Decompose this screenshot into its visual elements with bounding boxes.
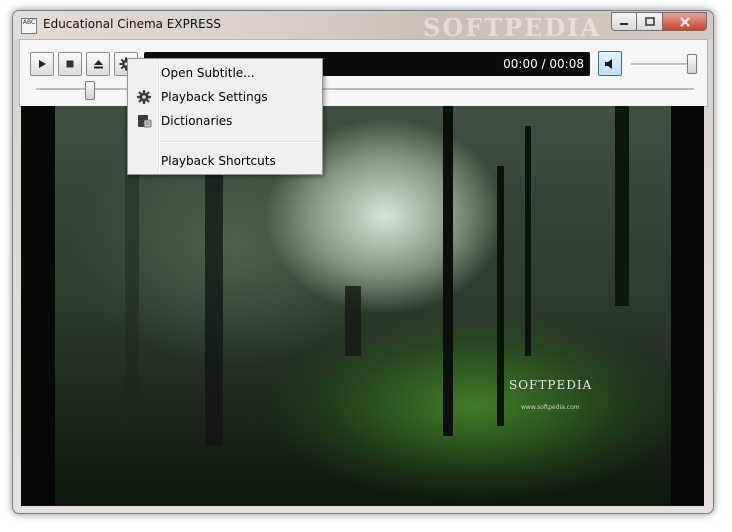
mute-button[interactable] [598, 51, 622, 76]
menu-item-label: Dictionaries [161, 114, 233, 128]
eject-icon [93, 60, 103, 69]
player-toolbar: 00:00 / 00:08 [19, 39, 708, 107]
maximize-button[interactable] [637, 12, 663, 31]
eject-button[interactable] [86, 52, 110, 76]
dictionary-icon [138, 115, 152, 128]
menu-item-label: Playback Settings [161, 90, 268, 104]
speaker-icon [605, 58, 612, 69]
menu-separator [161, 141, 319, 143]
video-watermark-logo: SOFTPEDIA [509, 378, 593, 392]
title-bar[interactable]: ABC Educational Cinema EXPRESS SOFTPEDIA [13, 11, 713, 42]
window-controls [611, 12, 707, 32]
app-icon-text: ABC [22, 19, 36, 26]
window-title: Educational Cinema EXPRESS [43, 17, 221, 31]
app-window: ABC Educational Cinema EXPRESS SOFTPEDIA [12, 10, 714, 514]
video-watermark-url: www.softpedia.com [521, 404, 580, 411]
video-area[interactable]: SOFTPEDIA www.softpedia.com [21, 106, 704, 506]
menu-item-playback-shortcuts[interactable]: Playback Shortcuts [130, 150, 320, 172]
play-icon [39, 60, 46, 68]
tree-trunk [525, 126, 531, 356]
tree-trunk [615, 106, 629, 306]
close-icon [679, 16, 690, 27]
tree-trunk [443, 106, 453, 436]
menu-item-dictionaries[interactable]: Dictionaries [130, 110, 320, 132]
seek-slider-handle[interactable] [85, 81, 95, 100]
volume-slider-handle[interactable] [687, 54, 697, 74]
settings-context-menu: Open Subtitle... Playback Settings Dicti… [127, 58, 323, 175]
tree-stump [345, 286, 361, 356]
minimize-icon [620, 22, 628, 25]
stop-button[interactable] [58, 52, 82, 76]
app-icon: ABC [21, 18, 37, 34]
title-watermark: SOFTPEDIA [423, 13, 602, 42]
stop-icon [66, 60, 74, 68]
menu-item-label: Open Subtitle... [161, 66, 255, 80]
gear-icon [137, 90, 151, 104]
menu-item-open-subtitle[interactable]: Open Subtitle... [130, 62, 320, 84]
maximize-icon [644, 17, 655, 26]
menu-item-label: Playback Shortcuts [161, 154, 276, 168]
menu-item-playback-settings[interactable]: Playback Settings [130, 86, 320, 108]
close-button[interactable] [663, 12, 707, 31]
minimize-button[interactable] [611, 12, 637, 31]
time-text: 00:00 / 00:08 [503, 57, 584, 71]
play-button[interactable] [30, 52, 54, 76]
tree-trunk [497, 166, 504, 426]
